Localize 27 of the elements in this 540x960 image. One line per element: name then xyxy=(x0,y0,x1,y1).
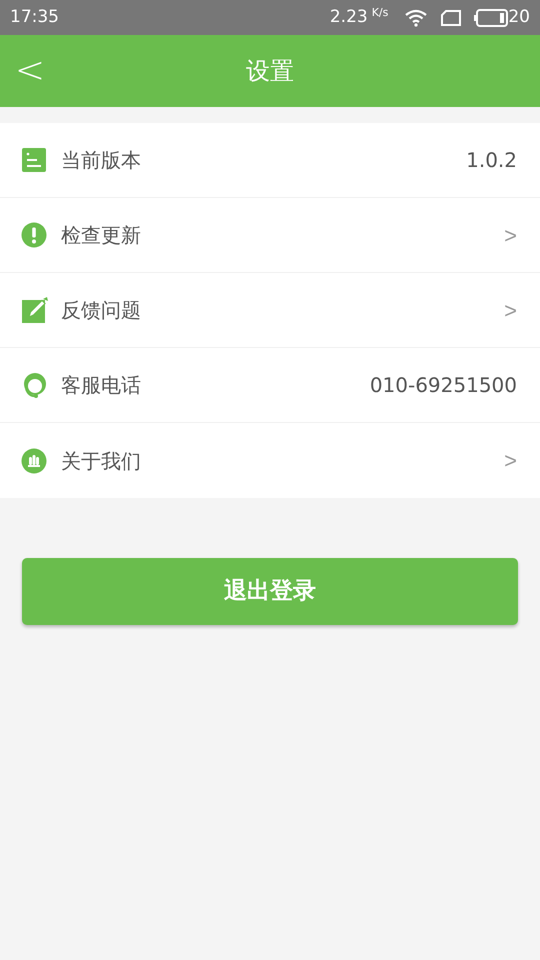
sim-card-icon xyxy=(440,8,462,26)
speed-unit: K/s xyxy=(372,5,388,21)
settings-row[interactable]: 客服电话 010-69251500 xyxy=(0,348,540,423)
document-icon xyxy=(21,147,47,173)
page-title: 设置 xyxy=(246,56,294,87)
status-time: 17:35 xyxy=(10,6,59,29)
network-speed: 2.23 xyxy=(330,6,368,29)
row-label: 客服电话 xyxy=(61,372,141,399)
row-label: 关于我们 xyxy=(61,448,141,474)
row-value: 010-69251500 xyxy=(370,372,517,399)
battery-level: 20 xyxy=(508,6,530,29)
wifi-icon xyxy=(404,8,428,28)
settings-row[interactable]: 当前版本 1.0.2 xyxy=(0,123,540,198)
settings-row[interactable]: 反馈问题 > xyxy=(0,273,540,348)
settings-row[interactable]: 检查更新 > xyxy=(0,198,540,273)
chevron: > xyxy=(504,222,517,250)
row-value: 1.0.2 xyxy=(466,147,517,174)
chevron: > xyxy=(504,296,517,324)
row-label: 反馈问题 xyxy=(61,297,141,324)
chevron: > xyxy=(504,447,517,475)
settings-row[interactable]: 关于我们 > xyxy=(0,423,540,498)
battery-icon xyxy=(474,8,508,26)
alert-icon xyxy=(21,222,47,248)
row-label: 检查更新 xyxy=(61,222,141,249)
row-label: 当前版本 xyxy=(61,147,141,174)
edit-icon xyxy=(21,296,49,324)
group-icon xyxy=(21,448,47,474)
